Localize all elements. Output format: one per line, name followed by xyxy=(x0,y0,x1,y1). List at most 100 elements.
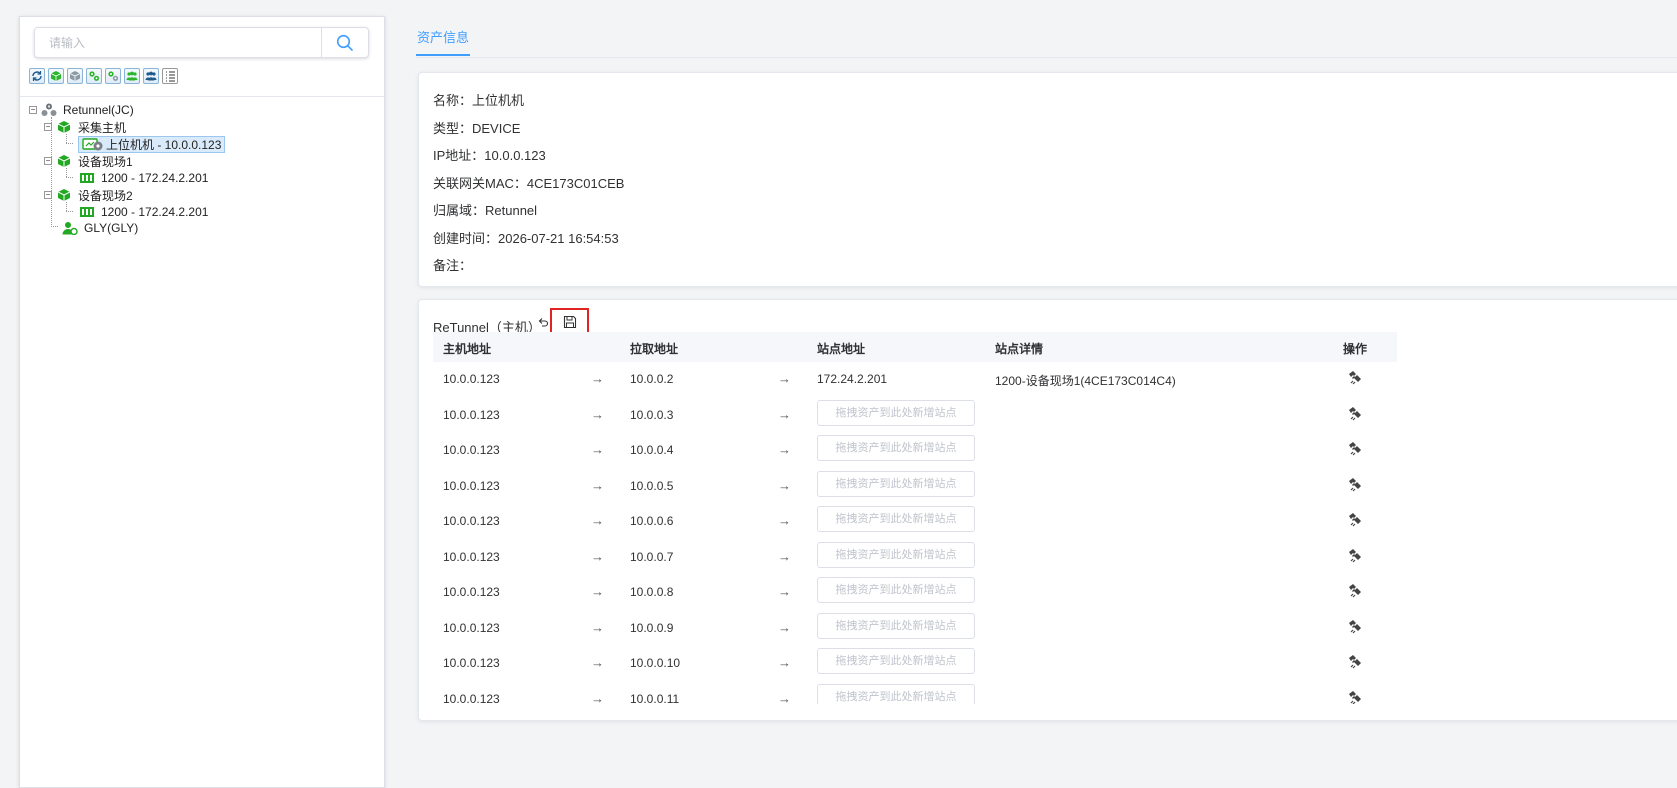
site-drop-target[interactable]: 拖拽资产到此处新增站点 xyxy=(817,541,975,568)
arrow-right-icon: → xyxy=(591,477,604,493)
plc-icon xyxy=(79,171,95,185)
cell-host: 10.0.0.123 xyxy=(443,691,500,705)
tree-node-admin[interactable]: GLY(GLY) xyxy=(62,220,138,236)
collapse-icon[interactable]: − xyxy=(44,191,52,199)
site-drop-target[interactable]: 拖拽资产到此处新增站点 xyxy=(817,683,975,704)
cell-pull: 10.0.0.6 xyxy=(630,514,674,528)
arrow-right-icon: → xyxy=(778,442,791,457)
tree-node-label: 1200 - 172.24.2.201 xyxy=(101,171,209,185)
table-body: 10.0.0.123 → 10.0.0.2 → 172.24.2.201 1200-设备现… xyxy=(419,362,1419,704)
tree-node-label: 设备现场2 xyxy=(78,188,133,203)
site-drop-target[interactable]: 拖拽资产到此处新增站点 xyxy=(817,648,975,674)
tree-node-site2-plc[interactable]: 1200 - 172.24.2.201 xyxy=(79,204,208,220)
plc-icon xyxy=(79,205,95,219)
site-drop-target[interactable]: 拖拽资产到此处新增站点 xyxy=(817,506,975,532)
disconnect-plug-icon[interactable] xyxy=(1347,440,1363,456)
cell-pull: 10.0.0.4 xyxy=(630,443,674,457)
table-row: 10.0.0.123 → 10.0.0.8 → 拖拽资产到此处新增站点 xyxy=(433,575,1397,610)
collapse-icon[interactable]: − xyxy=(44,157,52,165)
list-icon xyxy=(166,71,175,82)
cell-pull: 10.0.0.9 xyxy=(630,620,674,635)
hide-users-button[interactable] xyxy=(143,68,159,84)
table-row: 10.0.0.123 → 10.0.0.6 → 拖拽资产到此处新增站点 xyxy=(433,504,1397,539)
arrow-right-icon: → xyxy=(591,584,604,599)
cell-host: 10.0.0.123 xyxy=(443,372,500,386)
tree-node-collect-host[interactable]: − 采集主机 xyxy=(44,119,126,135)
retunnel-card: ReTunnel（主机） 主机地址 拉取地址 站点地址 站点详情 操作 10.0… xyxy=(418,299,1677,721)
cell-host: 10.0.0.123 xyxy=(443,514,500,528)
site-drop-target[interactable]: 拖拽资产到此处新增站点 xyxy=(817,470,975,497)
info-note: 备注： xyxy=(433,258,473,273)
disconnect-plug-icon[interactable] xyxy=(1347,653,1363,669)
site-drop-target[interactable]: 拖拽资产到此处新增站点 xyxy=(817,612,975,639)
refresh-button[interactable] xyxy=(29,68,45,84)
tree-node-site1-plc[interactable]: 1200 - 172.24.2.201 xyxy=(79,170,208,186)
tab-asset-info[interactable]: 资产信息 xyxy=(416,26,471,56)
disconnect-plug-icon[interactable] xyxy=(1347,511,1363,527)
arrow-right-icon: → xyxy=(591,513,604,528)
gears-green-icon xyxy=(89,71,100,81)
collapse-icon[interactable]: − xyxy=(29,106,37,114)
cube-green-icon xyxy=(56,120,72,134)
tree-node-site1[interactable]: − 设备现场1 xyxy=(44,153,133,169)
table-row: 10.0.0.123 → 10.0.0.4 → 拖拽资产到此处新增站点 xyxy=(433,433,1397,468)
show-users-button[interactable] xyxy=(124,68,140,84)
table-row: 10.0.0.123 → 10.0.0.3 → 拖拽资产到此处新增站点 xyxy=(433,398,1397,433)
list-view-button[interactable] xyxy=(162,68,178,84)
tree-node-label: 1200 - 172.24.2.201 xyxy=(101,205,209,219)
disconnect-plug-icon[interactable] xyxy=(1347,618,1363,634)
tree-connector xyxy=(66,177,73,178)
site-drop-target[interactable]: 拖拽资产到此处新增站点 xyxy=(817,435,975,461)
info-name: 名称：上位机机 xyxy=(433,93,525,108)
cell-pull: 10.0.0.10 xyxy=(630,656,681,670)
arrow-right-icon: → xyxy=(591,655,604,670)
undo-icon xyxy=(538,318,549,327)
arrow-right-icon: → xyxy=(778,477,791,493)
undo-button[interactable] xyxy=(537,316,549,331)
cell-host: 10.0.0.123 xyxy=(443,549,500,564)
show-hosts-button[interactable] xyxy=(48,68,64,84)
search-input[interactable] xyxy=(35,28,320,57)
column-host: 主机地址 xyxy=(443,342,492,356)
search-button[interactable] xyxy=(321,28,368,57)
tree-node-site2[interactable]: − 设备现场2 xyxy=(44,187,133,203)
asset-info-card: 名称：上位机机 类型：DEVICE IP地址：10.0.0.123 关联网关MA… xyxy=(418,72,1677,287)
table-row: 10.0.0.123 → 10.0.0.10 → 拖拽资产到此处新增站点 xyxy=(433,646,1397,681)
site-drop-target[interactable]: 拖拽资产到此处新增站点 xyxy=(817,399,975,426)
site-drop-target[interactable]: 拖拽资产到此处新增站点 xyxy=(817,577,975,603)
arrow-right-icon: → xyxy=(778,655,791,670)
cube-green-icon xyxy=(56,188,72,202)
tree-node-label: GLY(GLY) xyxy=(84,221,139,235)
hide-devices-button[interactable] xyxy=(105,68,121,84)
table-row: 10.0.0.123 → 10.0.0.2 → 172.24.2.201 1200-设备现… xyxy=(433,362,1397,397)
disconnect-plug-icon[interactable] xyxy=(1347,689,1363,705)
tree-node-host-pc[interactable]: 上位机机 - 10.0.0.123 xyxy=(78,135,226,153)
disconnect-plug-icon[interactable] xyxy=(1347,547,1363,563)
tree-connector xyxy=(66,168,67,177)
selected-node[interactable]: 上位机机 - 10.0.0.123 xyxy=(78,135,226,153)
search-icon xyxy=(336,34,353,51)
disconnect-plug-icon[interactable] xyxy=(1347,582,1363,598)
disconnect-plug-icon[interactable] xyxy=(1347,476,1363,492)
show-devices-button[interactable] xyxy=(86,68,102,84)
arrow-right-icon: → xyxy=(591,371,604,386)
hide-hosts-button[interactable] xyxy=(67,68,83,84)
tree-node-root[interactable]: − Retunnel(JC) xyxy=(29,102,134,118)
arrow-right-icon: → xyxy=(591,619,604,635)
column-pull: 拉取地址 xyxy=(630,342,679,356)
cube-green-icon xyxy=(50,71,62,81)
cell-detail: 1200-设备现场1(4CE173C014C4) xyxy=(995,374,1176,388)
collapse-icon[interactable]: − xyxy=(44,123,52,131)
table-row: 10.0.0.123 → 10.0.0.5 → 拖拽资产到此处新增站点 xyxy=(433,469,1397,504)
info-mac: 关联网关MAC：4CE173C01CEB xyxy=(433,176,625,191)
disconnect-plug-icon[interactable] xyxy=(1347,369,1363,385)
column-op: 操作 xyxy=(1343,342,1368,356)
host-pc-icon xyxy=(82,137,104,151)
arrow-right-icon: → xyxy=(778,513,791,528)
user-settings-icon xyxy=(62,221,78,235)
cell-pull: 10.0.0.5 xyxy=(630,478,674,493)
asset-tree-panel: − Retunnel(JC) − 采集主机 上位机机 - 10.0.0.123 xyxy=(19,16,385,788)
disconnect-plug-icon[interactable] xyxy=(1347,405,1363,421)
info-created: 创建时间：2026-07-21 16:54:53 xyxy=(433,231,619,246)
table-row: 10.0.0.123 → 10.0.0.11 → 拖拽资产到此处新增站点 xyxy=(433,682,1397,705)
